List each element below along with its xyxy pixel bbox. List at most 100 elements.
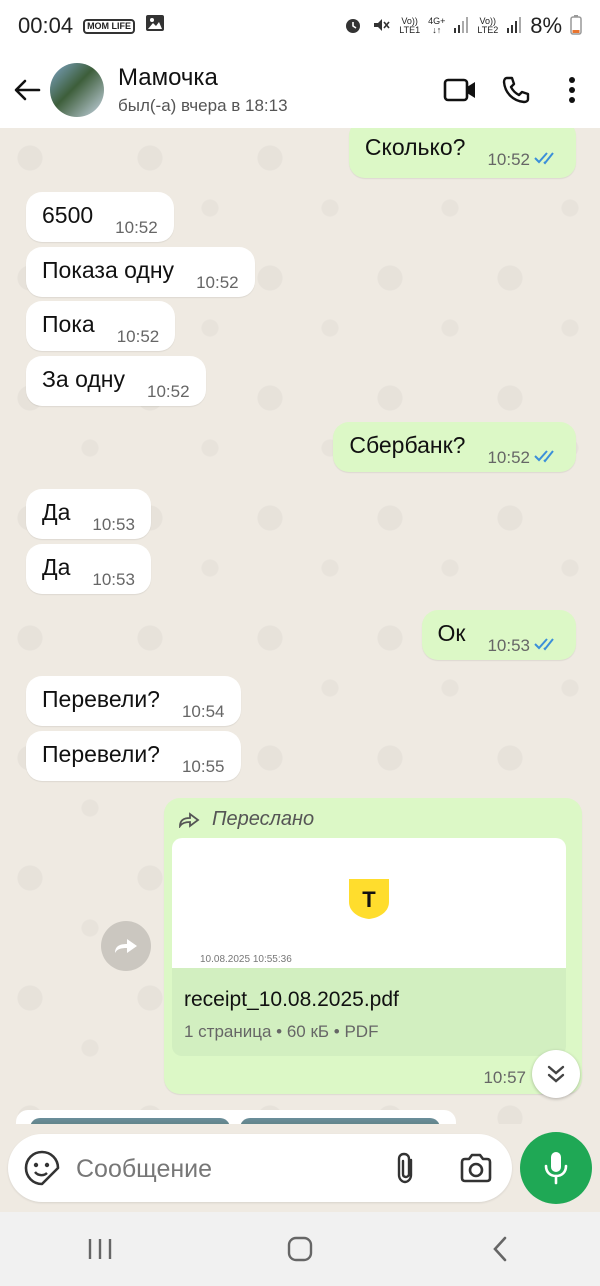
photo-message-partial[interactable] [16,1110,456,1124]
sticker-icon [24,1150,60,1186]
message-outgoing[interactable]: Сбербанк? 10:52 [333,422,576,472]
system-back-button[interactable] [460,1219,540,1279]
more-vertical-icon [569,77,575,103]
mute-icon [371,15,391,38]
signal-icon [453,16,469,37]
chat-area[interactable]: Сколько? 10:52 6500 10:52 Показа одну 10:52… [0,128,600,1124]
message-text: Перевели? [42,741,160,767]
share-forward-button[interactable] [101,921,151,971]
sticker-button[interactable] [22,1148,62,1188]
chat-header: Мамочка был(-а) вчера в 18:13 [0,52,600,128]
message-input[interactable] [74,1144,358,1194]
message-time: 10:57 [483,1068,526,1087]
message-incoming[interactable]: Да 10:53 [26,544,151,594]
message-text: Показа одну [42,257,175,283]
network-4g-icon: 4G+ ↓↑ [428,16,446,35]
message-text: Да [42,554,71,580]
battery-icon [570,14,582,38]
system-navigation-bar [0,1212,600,1286]
camera-icon [460,1153,492,1183]
gallery-icon [145,13,165,39]
last-seen-status: был(-а) вчера в 18:13 [118,96,288,115]
status-left: 00:04 MOM LIFE [18,13,165,39]
net3-bottom-label: LTE2 [477,25,499,35]
status-right: Vo)) LTE1 4G+ ↓↑ Vo)) LTE2 8% [343,13,582,39]
home-button[interactable] [260,1219,340,1279]
message-time: 10:54 [181,702,225,721]
network-lte2-icon: Vo)) LTE2 [477,17,498,35]
message-incoming[interactable]: Да 10:53 [26,489,151,539]
chevron-left-icon [493,1236,507,1262]
message-time: 10:52 [146,382,190,401]
message-incoming[interactable]: Перевели? 10:55 [26,731,241,781]
video-call-button[interactable] [432,60,488,120]
scroll-to-bottom-button[interactable] [532,1050,580,1098]
camera-button[interactable] [452,1146,500,1190]
file-name: receipt_10.08.2025.pdf [184,988,399,1011]
document-preview: T 10.08.2025 10:55:36 [172,838,566,968]
battery-percent: 8% [530,13,562,38]
home-icon [287,1236,313,1262]
microphone-icon [544,1152,568,1185]
message-text: 6500 [42,202,94,228]
voice-call-button[interactable] [488,60,544,120]
message-time: 10:52 [196,273,239,292]
message-time: 10:52 [116,327,160,346]
message-text: Перевели? [42,686,160,712]
network-lte1-icon: Vo)) LTE1 [399,17,420,35]
arrow-left-icon [14,79,41,101]
composer-box [8,1134,512,1202]
recent-apps-button[interactable] [60,1219,140,1279]
status-bar: 00:04 MOM LIFE Vo)) LTE1 4G+ ↓↑ Vo)) LTE2 [0,0,600,52]
contact-name: Мамочка [118,64,218,91]
net2-top-label: 4G+ [428,16,446,26]
phone-icon [502,76,530,104]
preview-date: 10.08.2025 10:55:36 [200,954,292,965]
read-ticks-icon [534,442,560,469]
message-time: 10:52 [115,218,158,237]
message-text: Ок [437,620,466,646]
bank-logo-letter: T [362,887,376,912]
file-meta: 1 страница • 60 кБ • PDF [184,1022,379,1041]
signal-2-icon [506,16,522,37]
bank-logo-icon: T [349,879,389,919]
document-card[interactable]: T 10.08.2025 10:55:36 receipt_10.08.2025… [172,838,566,1056]
message-time: 10:55 [181,757,225,776]
message-incoming[interactable]: Показа одну 10:52 [26,247,255,297]
paperclip-icon [397,1152,413,1184]
message-text: Пока [42,311,95,337]
forward-icon [179,811,200,828]
voice-message-button[interactable] [520,1132,592,1204]
message-text: Сбербанк? [349,432,466,458]
more-options-button[interactable] [544,60,600,120]
forward-share-icon [115,939,137,953]
message-incoming[interactable]: 6500 10:52 [26,192,174,242]
read-ticks-icon [534,144,560,171]
composer-bar [0,1124,600,1212]
message-time: 10:52 [487,150,530,169]
status-time: 00:04 [18,13,74,38]
forwarded-document-message[interactable]: Переслано T 10.08.2025 10:55:36 receipt_… [164,798,582,1094]
recent-apps-icon [88,1239,112,1259]
message-time: 10:53 [92,515,135,534]
back-button[interactable] [4,60,50,120]
net1-bottom-label: LTE1 [399,25,421,35]
message-text: Сколько? [364,134,466,160]
message-incoming[interactable]: За одну 10:52 [26,356,206,406]
app-badge-icon: MOM LIFE [83,18,136,34]
video-camera-icon [443,78,475,102]
attach-button[interactable] [384,1146,428,1190]
message-outgoing[interactable]: Ок 10:53 [421,610,576,660]
double-chevron-down-icon [547,1065,565,1083]
alarm-icon [343,15,363,38]
contact-info[interactable]: Мамочка был(-а) вчера в 18:13 [118,64,432,116]
message-time: 10:53 [487,636,530,655]
message-incoming[interactable]: Пока 10:52 [26,301,176,351]
message-incoming[interactable]: Перевели? 10:54 [26,676,241,726]
message-outgoing[interactable]: Сколько? 10:52 [348,128,576,178]
message-time: 10:52 [487,448,530,467]
message-text: Да [42,499,71,525]
avatar[interactable] [50,63,104,117]
message-time: 10:53 [92,570,135,589]
read-ticks-icon [534,630,560,657]
